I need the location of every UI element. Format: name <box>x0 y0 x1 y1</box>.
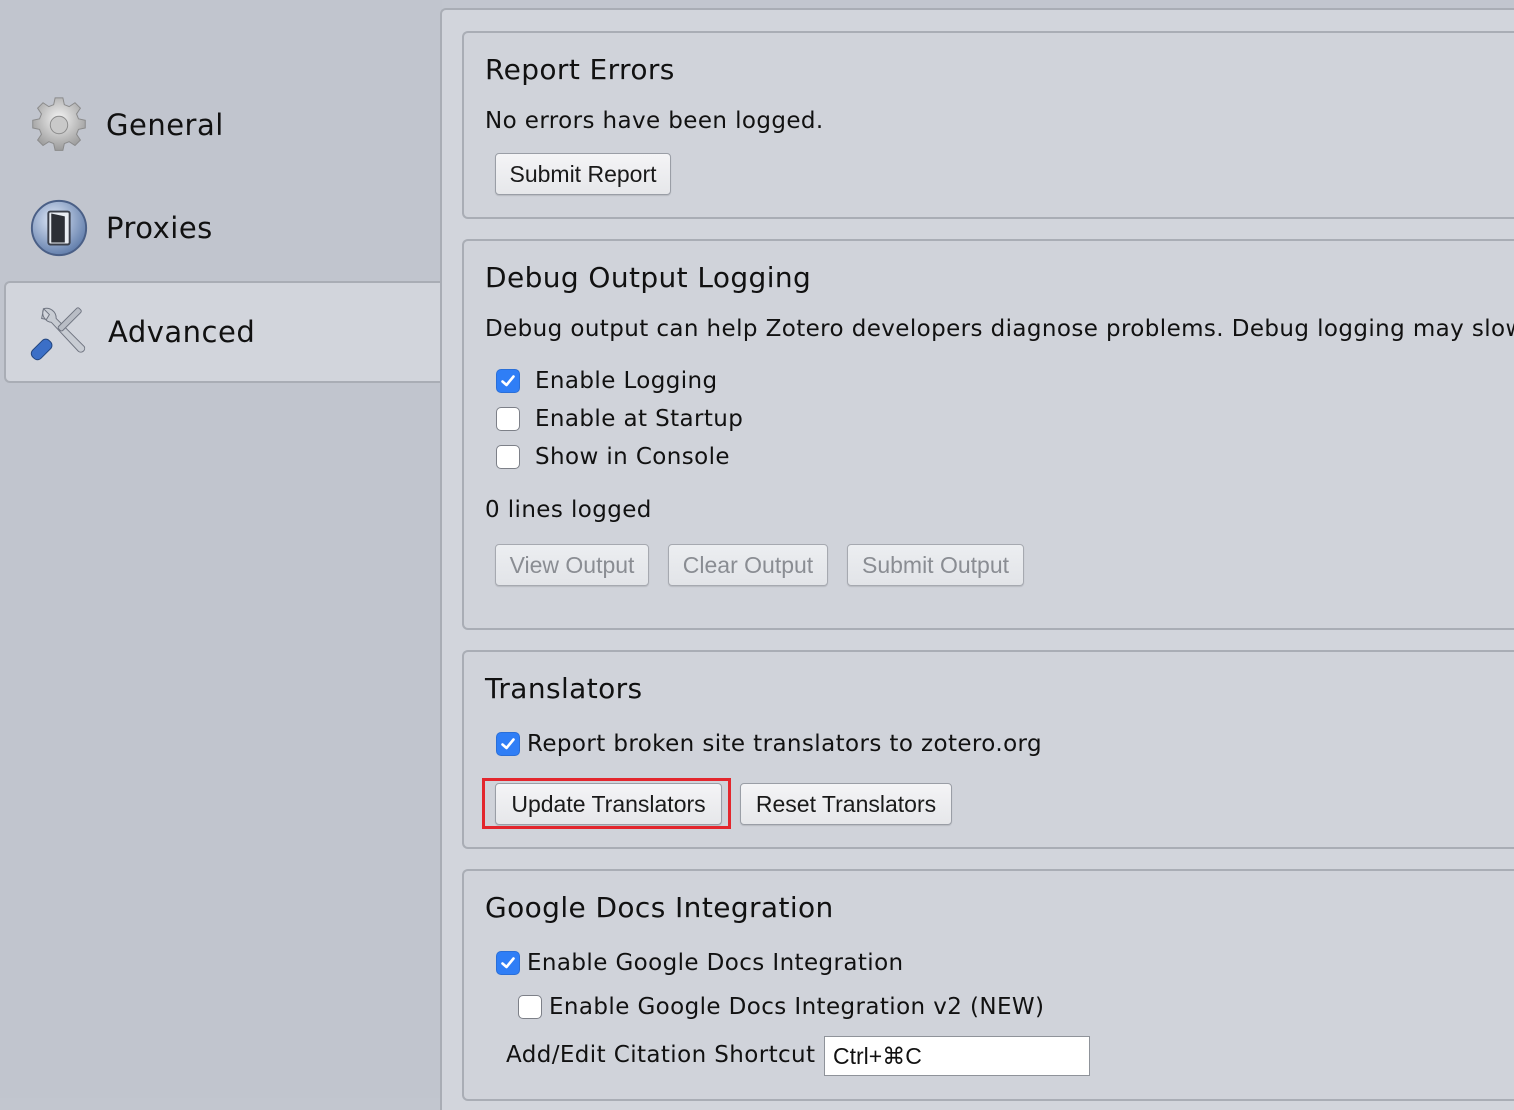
reset-translators-button[interactable]: Reset Translators <box>740 783 952 825</box>
proxy-door-icon <box>30 199 88 257</box>
wrench-screwdriver-icon <box>30 307 86 361</box>
group-title: Report Errors <box>485 53 675 86</box>
sidebar-item-advanced[interactable]: Advanced <box>4 281 444 383</box>
show-console-label: Show in Console <box>535 444 730 470</box>
preferences-sidebar: General Proxies Advanced <box>0 0 444 1098</box>
gdocs-v2-label: Enable Google Docs Integration v2 (NEW) <box>549 994 1045 1020</box>
submit-report-button[interactable]: Submit Report <box>495 153 671 195</box>
gear-icon <box>32 97 86 151</box>
shortcut-label: Add/Edit Citation Shortcut <box>506 1042 816 1068</box>
submit-output-button[interactable]: Submit Output <box>847 544 1024 586</box>
sidebar-item-label: Advanced <box>108 315 256 349</box>
shortcut-input[interactable] <box>824 1036 1090 1076</box>
checkmark-icon <box>501 738 515 750</box>
gdocs-enable-checkbox[interactable] <box>496 951 520 975</box>
lines-logged-text: 0 lines logged <box>485 497 652 523</box>
sidebar-item-proxies[interactable]: Proxies <box>4 178 444 278</box>
view-output-button[interactable]: View Output <box>495 544 649 586</box>
group-title: Google Docs Integration <box>485 891 834 924</box>
group-title: Debug Output Logging <box>485 261 812 294</box>
enable-logging-checkbox[interactable] <box>496 369 520 393</box>
clear-output-button[interactable]: Clear Output <box>668 544 828 586</box>
checkmark-icon <box>501 375 515 387</box>
gdocs-enable-checkbox-row[interactable]: Enable Google Docs Integration <box>496 950 904 976</box>
report-broken-checkbox[interactable] <box>496 732 520 756</box>
show-console-checkbox[interactable] <box>496 445 520 469</box>
enable-startup-checkbox-row[interactable]: Enable at Startup <box>496 406 743 432</box>
report-broken-label: Report broken site translators to zotero… <box>527 731 1042 757</box>
enable-logging-label: Enable Logging <box>535 368 718 394</box>
sidebar-item-general[interactable]: General <box>4 75 444 175</box>
errors-status-text: No errors have been logged. <box>485 108 824 134</box>
enable-startup-label: Enable at Startup <box>535 406 744 432</box>
report-broken-checkbox-row[interactable]: Report broken site translators to zotero… <box>496 731 1042 757</box>
gdocs-enable-label: Enable Google Docs Integration <box>527 950 904 976</box>
show-console-checkbox-row[interactable]: Show in Console <box>496 444 730 470</box>
gdocs-v2-checkbox[interactable] <box>518 995 542 1019</box>
group-title: Translators <box>485 672 643 705</box>
gdocs-v2-checkbox-row[interactable]: Enable Google Docs Integration v2 (NEW) <box>518 994 1044 1020</box>
enable-logging-checkbox-row[interactable]: Enable Logging <box>496 368 718 394</box>
enable-startup-checkbox[interactable] <box>496 407 520 431</box>
sidebar-item-label: Proxies <box>106 211 213 245</box>
debug-description: Debug output can help Zotero developers … <box>485 316 1514 342</box>
checkmark-icon <box>501 957 515 969</box>
highlight-box <box>482 778 731 829</box>
sidebar-item-label: General <box>106 108 224 142</box>
